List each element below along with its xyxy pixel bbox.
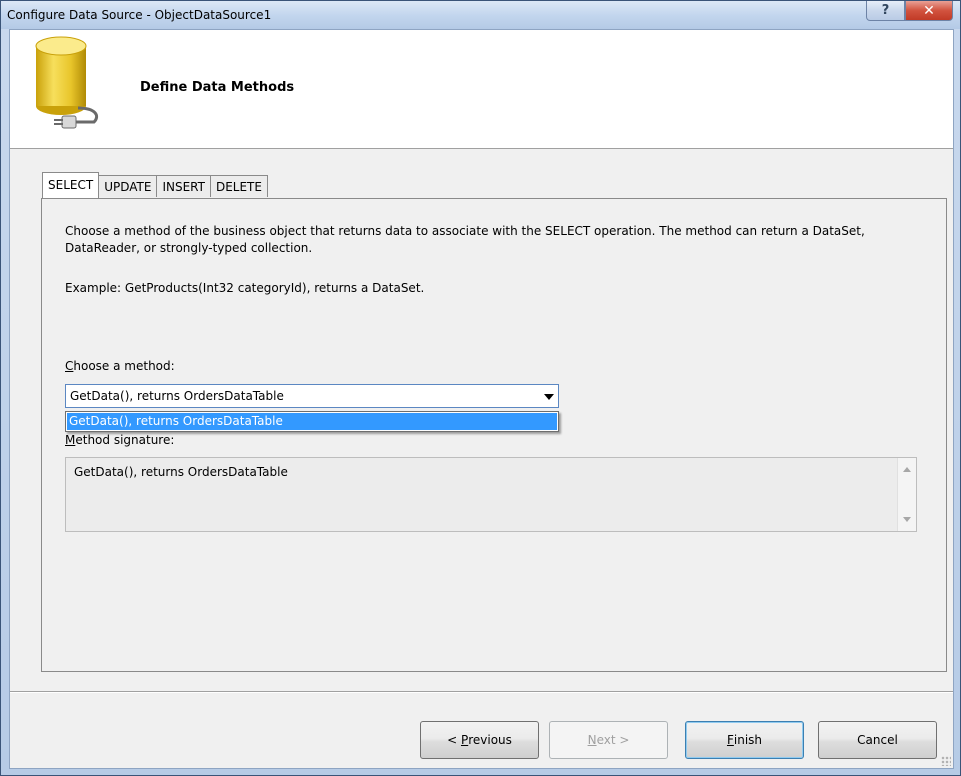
operation-tabs: SELECT UPDATE INSERT DELETE [42, 172, 268, 198]
method-signature-label: Method signature: [65, 433, 174, 448]
select-tab-panel: Choose a method of the business object t… [41, 198, 947, 672]
resize-grip-icon[interactable] [941, 756, 951, 766]
dropdown-option[interactable]: GetData(), returns OrdersDataTable [67, 413, 557, 430]
window-title: Configure Data Source - ObjectDataSource… [7, 8, 272, 22]
footer-separator [10, 691, 953, 693]
cancel-button-label: Cancel [857, 733, 898, 747]
previous-button[interactable]: < Previous [420, 721, 539, 759]
scroll-down-icon[interactable] [903, 517, 911, 522]
example-text: Example: GetProducts(Int32 categoryId), … [65, 281, 425, 295]
finish-button-accel: F [726, 733, 734, 747]
chevron-down-icon[interactable] [544, 394, 554, 400]
method-signature-box[interactable]: GetData(), returns OrdersDataTable [65, 457, 917, 532]
database-plug-icon [35, 36, 99, 129]
method-dropdown-list[interactable]: GetData(), returns OrdersDataTable [65, 411, 559, 432]
tab-delete[interactable]: DELETE [209, 175, 268, 197]
scroll-up-icon[interactable] [903, 467, 911, 472]
next-button-accel: N [587, 733, 597, 747]
wizard-header: Define Data Methods [10, 30, 953, 149]
signature-scrollbar[interactable] [897, 458, 916, 531]
dialog-window: Configure Data Source - ObjectDataSource… [0, 0, 961, 776]
previous-button-prefix: < [447, 733, 461, 747]
previous-button-accel: P [460, 733, 469, 747]
next-button-rest: ext > [596, 733, 630, 747]
close-icon: ✕ [923, 2, 935, 19]
finish-button[interactable]: Finish [685, 721, 804, 759]
next-button[interactable]: Next > [549, 721, 668, 759]
previous-button-rest: revious [468, 733, 512, 747]
operation-description: Choose a method of the business object t… [65, 224, 865, 255]
help-icon: ? [881, 3, 890, 18]
method-combobox[interactable]: GetData(), returns OrdersDataTable [65, 384, 559, 408]
cancel-button[interactable]: Cancel [818, 721, 937, 759]
help-button[interactable]: ? [866, 1, 905, 21]
choose-method-label: Choose a method: [65, 359, 175, 373]
tab-insert[interactable]: INSERT [156, 175, 211, 197]
method-signature-label-accel: M [65, 433, 76, 447]
header-title: Define Data Methods [140, 80, 295, 95]
dialog-client-area: Define Data Methods SELECT UPDATE INSERT… [9, 29, 954, 769]
close-button[interactable]: ✕ [905, 1, 953, 21]
method-combobox-value: GetData(), returns OrdersDataTable [70, 389, 284, 403]
method-signature-label-rest: ethod signature: [75, 433, 175, 447]
title-bar[interactable]: Configure Data Source - ObjectDataSource… [1, 1, 960, 29]
method-signature-text: GetData(), returns OrdersDataTable [74, 465, 288, 479]
tab-update[interactable]: UPDATE [98, 175, 158, 197]
choose-method-label-rest: hoose a method: [73, 359, 175, 373]
tab-select[interactable]: SELECT [42, 172, 100, 198]
finish-button-rest: inish [733, 733, 763, 747]
